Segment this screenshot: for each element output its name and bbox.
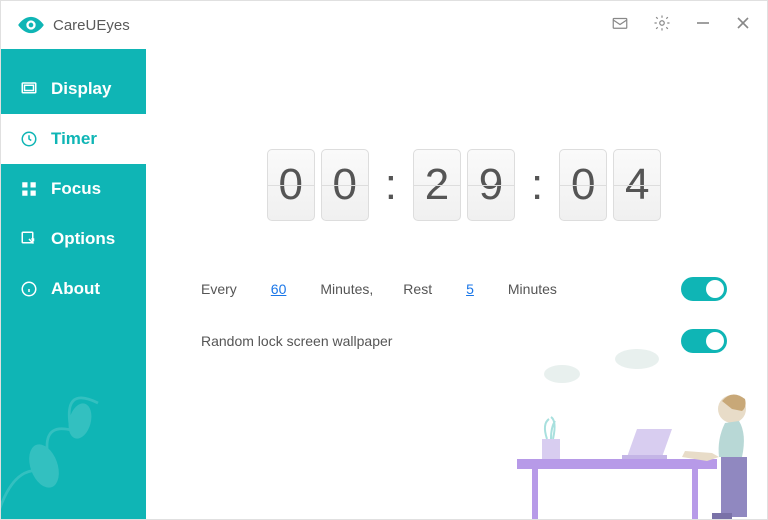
wallpaper-label: Random lock screen wallpaper [201,333,392,349]
hours-digit-1: 0 [267,149,315,221]
sidebar-item-options[interactable]: Options [1,214,146,264]
titlebar-left: CareUEyes [17,11,130,39]
seconds-group: 0 4 [559,149,661,221]
minutes-digit-2: 9 [467,149,515,221]
body-area: Display Timer Focus Options [1,49,767,519]
close-button[interactable] [735,15,751,36]
sidebar-item-timer[interactable]: Timer [1,114,146,164]
sidebar-item-label: Focus [51,179,101,199]
sidebar: Display Timer Focus Options [1,49,146,519]
sidebar-item-label: Options [51,229,115,249]
wallpaper-setting-row: Random lock screen wallpaper [201,329,727,353]
app-window: CareUEyes Display [0,0,768,520]
minimize-button[interactable] [695,15,711,36]
mail-icon[interactable] [611,14,629,37]
sidebar-item-display[interactable]: Display [1,64,146,114]
eye-logo-icon [17,11,45,39]
interval-suffix: Minutes [508,281,557,297]
interval-setting-row: Every 60 Minutes, Rest 5 Minutes [201,277,727,301]
interval-rest-label: Rest [403,281,432,297]
app-title: CareUEyes [53,17,130,34]
settings-list: Every 60 Minutes, Rest 5 Minutes Random … [201,277,727,353]
titlebar-right [611,14,751,37]
main-panel: 0 0 : 2 9 : 0 4 Every [146,49,767,519]
sidebar-item-about[interactable]: About [1,264,146,314]
interval-toggle[interactable] [681,277,727,301]
monitor-icon [19,79,39,99]
seconds-digit-1: 0 [559,149,607,221]
gear-icon[interactable] [653,14,671,37]
desk-illustration [507,339,767,519]
minutes-digit-1: 2 [413,149,461,221]
grid-icon [19,179,39,199]
interval-prefix: Every [201,281,237,297]
wallpaper-toggle[interactable] [681,329,727,353]
sidebar-decoration [1,339,146,519]
info-icon [19,279,39,299]
work-minutes-value[interactable]: 60 [271,281,287,297]
hours-digit-2: 0 [321,149,369,221]
interval-mid1: Minutes, [320,281,373,297]
hours-group: 0 0 [267,149,369,221]
colon-1: : [385,163,397,207]
seconds-digit-2: 4 [613,149,661,221]
cursor-icon [19,229,39,249]
sidebar-item-label: Display [51,79,111,99]
rest-minutes-value[interactable]: 5 [466,281,474,297]
clock-icon [19,129,39,149]
titlebar: CareUEyes [1,1,767,49]
colon-2: : [531,163,543,207]
timer-display: 0 0 : 2 9 : 0 4 [201,149,727,221]
minutes-group: 2 9 [413,149,515,221]
sidebar-item-focus[interactable]: Focus [1,164,146,214]
sidebar-item-label: About [51,279,100,299]
sidebar-item-label: Timer [51,129,97,149]
